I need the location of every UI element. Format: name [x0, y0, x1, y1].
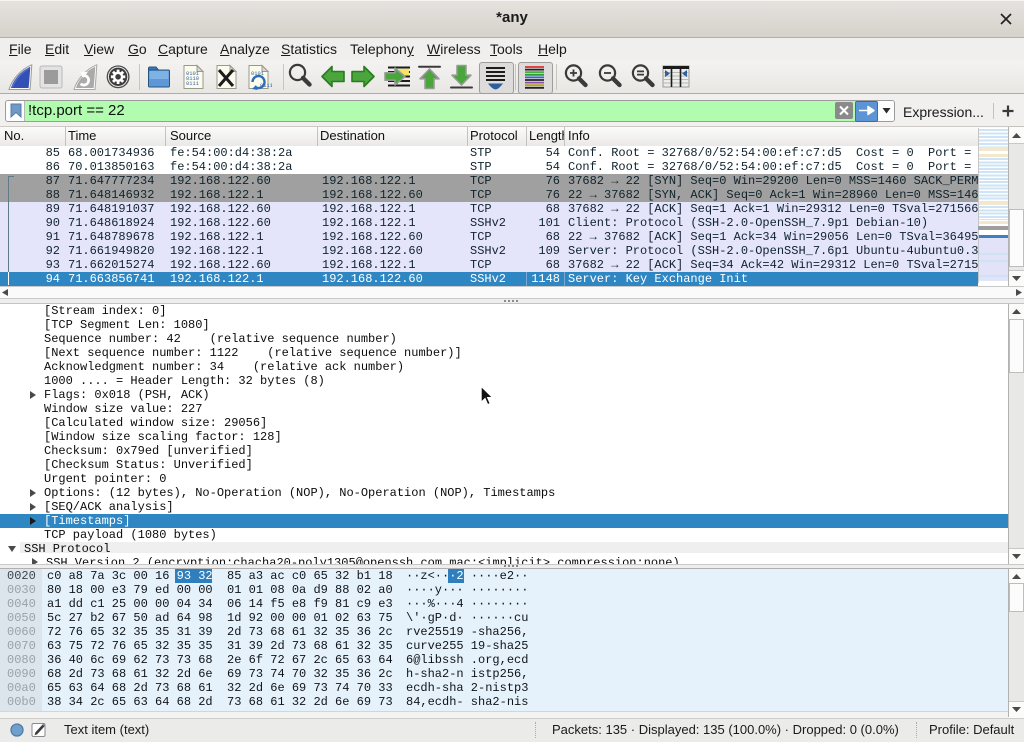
- svg-text:0111: 0111: [186, 81, 199, 87]
